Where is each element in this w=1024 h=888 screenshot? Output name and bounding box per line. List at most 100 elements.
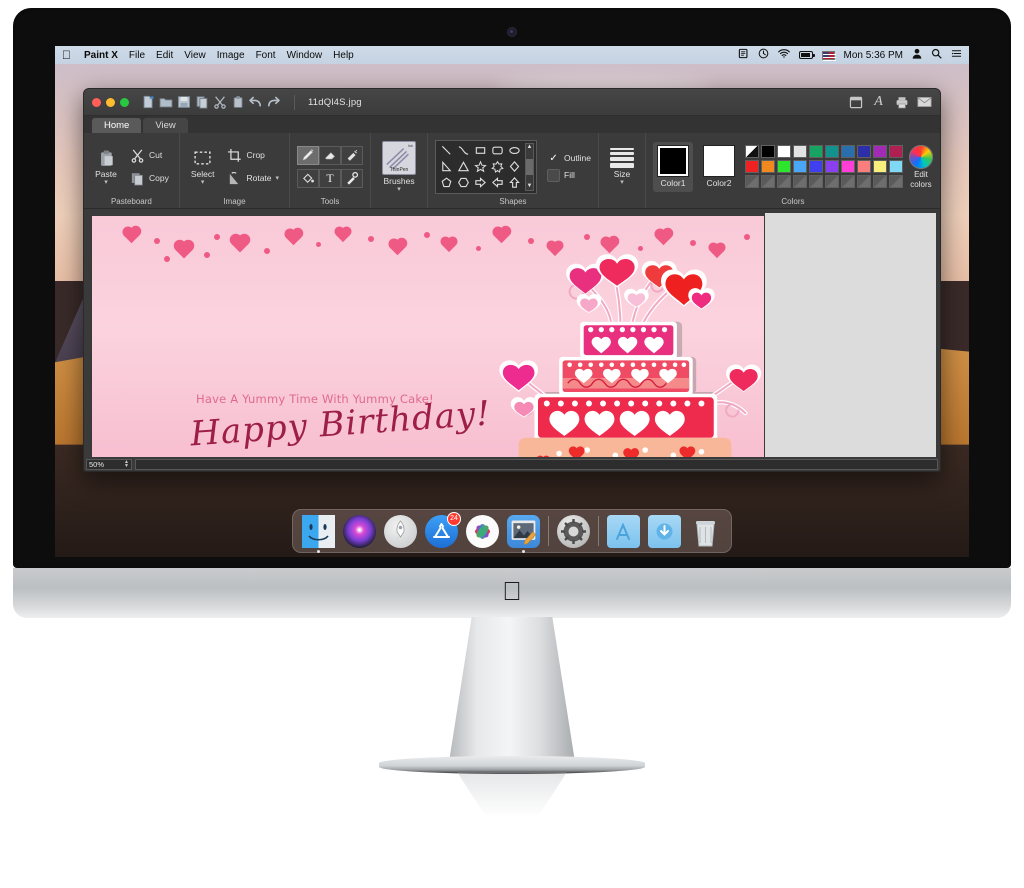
eyedropper-icon[interactable]: [341, 168, 364, 188]
diamond-shape-icon[interactable]: [506, 159, 523, 175]
right-triangle-shape-icon[interactable]: [438, 159, 455, 175]
color2-slot[interactable]: Color2: [699, 142, 739, 192]
user-icon[interactable]: [912, 48, 922, 62]
zoom-level-field[interactable]: 50% ▲ ▼: [86, 458, 132, 470]
outline-checkbox[interactable]: ✓: [547, 152, 560, 165]
menu-item-help[interactable]: Help: [333, 50, 354, 61]
swatch-custom-2[interactable]: [760, 175, 775, 188]
menu-app-name[interactable]: Paint X: [84, 50, 118, 61]
tab-view[interactable]: View: [143, 118, 188, 133]
swatch-custom-1[interactable]: [744, 175, 759, 188]
panel-icon[interactable]: [848, 95, 863, 110]
color1-swatch[interactable]: [657, 145, 688, 176]
us-flag-icon[interactable]: [821, 50, 836, 60]
menu-item-image[interactable]: Image: [217, 50, 245, 61]
swatch-steel-blue[interactable]: [840, 145, 855, 158]
swatch-custom-10[interactable]: [888, 175, 903, 188]
color2-swatch[interactable]: [703, 145, 734, 176]
swatch-custom-4[interactable]: [792, 175, 807, 188]
swatch-blue[interactable]: [808, 160, 823, 173]
six-point-star-shape-icon[interactable]: [489, 159, 506, 175]
menu-item-file[interactable]: File: [129, 50, 145, 61]
brush-thumbnail[interactable]: Ink ThinPen: [382, 141, 417, 175]
shapes-scrollbar[interactable]: ▲ ▼: [525, 142, 535, 191]
swatch-teal[interactable]: [824, 145, 839, 158]
dock-item-siri[interactable]: [343, 514, 376, 548]
select-menu-arrow[interactable]: ▾: [201, 179, 205, 186]
crop-button[interactable]: Crop: [224, 146, 282, 165]
swatch-magenta[interactable]: [840, 160, 855, 173]
zoom-button[interactable]: [120, 97, 129, 107]
menu-item-view[interactable]: View: [184, 50, 206, 61]
swatch-green[interactable]: [808, 145, 823, 158]
dock-item-downloads-folder[interactable]: [648, 514, 681, 548]
swatch-transparent[interactable]: [744, 145, 759, 158]
swatch-custom-8[interactable]: [856, 175, 871, 188]
redo-arrow-icon[interactable]: [266, 95, 281, 110]
swatch-violet[interactable]: [824, 160, 839, 173]
fill-checkbox[interactable]: [547, 168, 561, 182]
swatch-navy[interactable]: [856, 145, 871, 158]
open-folder-icon[interactable]: [158, 95, 173, 110]
mail-icon[interactable]: [917, 95, 932, 110]
swatch-white[interactable]: [776, 145, 791, 158]
dock-item-launchpad[interactable]: [384, 514, 417, 548]
swatch-crimson[interactable]: [888, 145, 903, 158]
new-file-icon[interactable]: [140, 95, 155, 110]
notification-center-icon[interactable]: [951, 48, 962, 62]
pentagon-shape-icon[interactable]: [438, 175, 455, 191]
dock-item-app-store[interactable]: 24: [425, 511, 461, 548]
swatch-red[interactable]: [744, 160, 759, 173]
swatch-light-blue[interactable]: [888, 160, 903, 173]
size-button[interactable]: Size ▾: [606, 146, 638, 187]
cut-button[interactable]: Cut: [127, 146, 172, 165]
swatch-salmon[interactable]: [856, 160, 871, 173]
dock-item-paint-x[interactable]: [507, 514, 540, 553]
dock-item-trash[interactable]: [689, 515, 722, 548]
rotate-menu-arrow[interactable]: ▾: [276, 175, 280, 182]
swatch-bright-green[interactable]: [776, 160, 791, 173]
pencil-icon[interactable]: [297, 145, 320, 165]
fill-option[interactable]: Fill: [547, 168, 591, 182]
cut-scissors-icon[interactable]: [212, 95, 227, 110]
zoom-stepper[interactable]: ▲ ▼: [124, 460, 129, 469]
rotate-button[interactable]: Rotate ▾: [224, 169, 282, 188]
up-arrow-shape-icon[interactable]: [506, 175, 523, 191]
paste-menu-arrow[interactable]: ▾: [104, 179, 108, 186]
brushes-menu-arrow[interactable]: ▾: [397, 186, 401, 193]
swatch-custom-3[interactable]: [776, 175, 791, 188]
ellipse-shape-icon[interactable]: [506, 143, 523, 159]
swatch-custom-6[interactable]: [824, 175, 839, 188]
menu-item-font[interactable]: Font: [256, 50, 276, 61]
menu-item-window[interactable]: Window: [287, 50, 323, 61]
hexagon-shape-icon[interactable]: [455, 175, 472, 191]
outline-option[interactable]: ✓ Outline: [547, 152, 591, 165]
spotlight-search-icon[interactable]: [931, 48, 942, 62]
battery-icon[interactable]: [798, 51, 815, 59]
swatch-yellow[interactable]: [872, 160, 887, 173]
line-shape-icon[interactable]: [438, 143, 455, 159]
font-icon[interactable]: A: [871, 94, 886, 110]
triangle-shape-icon[interactable]: [455, 159, 472, 175]
size-menu-arrow[interactable]: ▾: [620, 179, 624, 186]
scroll-up-icon[interactable]: ▲: [527, 144, 533, 151]
menu-bar-clock[interactable]: Mon 5:36 PM: [844, 50, 903, 61]
swatch-custom-7[interactable]: [840, 175, 855, 188]
tab-home[interactable]: Home: [92, 118, 142, 133]
spray-can-icon[interactable]: [341, 145, 364, 165]
dock-item-applications-folder[interactable]: [607, 514, 640, 548]
scroll-down-icon[interactable]: ▼: [527, 183, 533, 190]
swatch-orange[interactable]: [760, 160, 775, 173]
right-arrow-shape-icon[interactable]: [472, 175, 489, 191]
swatch-light-gray[interactable]: [792, 145, 807, 158]
swatch-black[interactable]: [760, 145, 775, 158]
horizontal-scrollbar[interactable]: [135, 458, 938, 470]
eraser-icon[interactable]: [319, 145, 342, 165]
canvas-scroll-region[interactable]: Have A Yummy Time With Yummy Cake! Happy…: [88, 213, 764, 467]
menu-item-edit[interactable]: Edit: [156, 50, 173, 61]
shapes-picker[interactable]: ▲ ▼: [435, 139, 538, 194]
screenshot-icon[interactable]: [738, 48, 749, 62]
close-button[interactable]: [92, 97, 101, 107]
paste-button[interactable]: Paste ▾: [91, 147, 121, 187]
paint-bucket-icon[interactable]: [297, 168, 320, 188]
